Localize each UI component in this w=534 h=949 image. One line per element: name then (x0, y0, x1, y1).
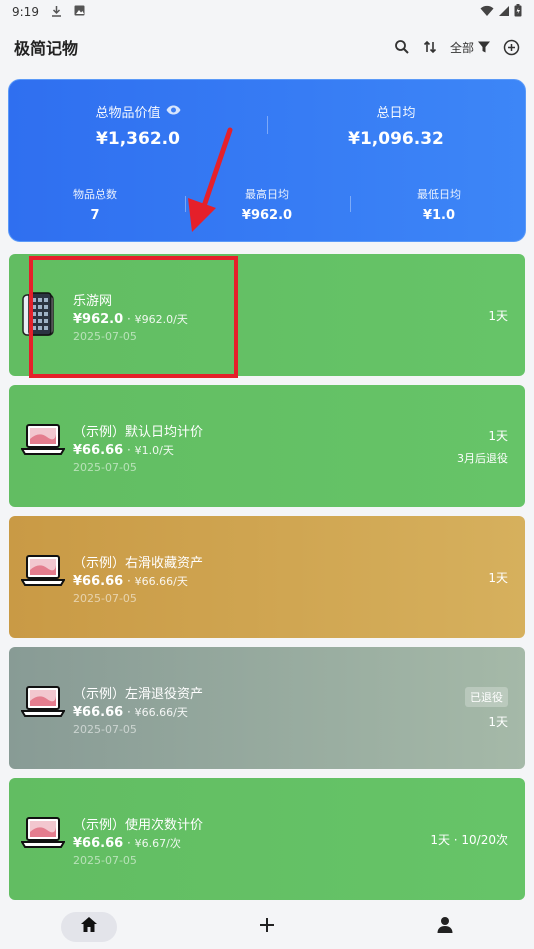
divider (350, 196, 351, 212)
sort-icon (422, 39, 438, 55)
nav-add[interactable] (178, 917, 356, 937)
filter-label: 全部 (449, 40, 474, 55)
item-name: 乐游网 (73, 294, 113, 309)
status-bar: 9:19 (0, 0, 534, 24)
search-icon (394, 39, 410, 55)
person-icon (437, 916, 453, 937)
nav-home[interactable] (0, 911, 178, 942)
eye-icon[interactable] (166, 104, 181, 119)
item-card-2[interactable]: （示例）右滑收藏资产 ¥66.66 · ¥66.66/天 2025-07-05 … (9, 516, 525, 638)
item-days-usage: 1天 · 10/20次 (430, 832, 508, 847)
item-days: 1天 (488, 308, 508, 323)
count-label: 物品总数 (73, 187, 117, 201)
item-price: ¥66.66 · ¥66.66/天 (73, 574, 188, 589)
item-rate: ¥6.67/次 (134, 837, 181, 850)
item-date: 2025-07-05 (73, 592, 137, 605)
summary-card[interactable]: 总物品价值 ¥1,362.0 总日均 ¥1,096.32 物品总数 7 最高日均… (8, 79, 526, 242)
item-rate: ¥962.0/天 (134, 313, 188, 326)
item-price-value: ¥66.66 (73, 443, 124, 458)
item-name: （示例）使用次数计价 (73, 818, 204, 833)
item-price-value: ¥66.66 (73, 574, 124, 589)
divider (267, 116, 268, 134)
add-circle-icon (503, 39, 520, 56)
nav-profile[interactable] (356, 916, 534, 937)
item-days: 1天 (488, 714, 508, 729)
item-price: ¥66.66 · ¥1.0/天 (73, 443, 174, 458)
item-price-value: ¥66.66 (73, 705, 124, 720)
item-card-3[interactable]: （示例）左滑退役资产 ¥66.66 · ¥66.66/天 2025-07-05 … (9, 647, 525, 769)
item-days: 1天 (488, 570, 508, 585)
max-daily-label: 最高日均 (245, 187, 289, 201)
item-rate: ¥66.66/天 (134, 706, 188, 719)
phone-icon (21, 292, 57, 342)
item-name: （示例）默认日均计价 (73, 425, 204, 440)
min-daily-value: ¥1.0 (422, 207, 456, 223)
item-date: 2025-07-05 (73, 723, 137, 736)
sort-button[interactable] (422, 39, 438, 55)
total-value-label: 总物品价值 (95, 105, 161, 121)
item-price-value: ¥962.0 (73, 312, 124, 327)
battery-icon (514, 4, 522, 20)
item-date: 2025-07-05 (73, 854, 137, 867)
item-date: 2025-07-05 (73, 461, 137, 474)
search-button[interactable] (394, 39, 410, 55)
item-retire-note: 3月后退役 (457, 451, 508, 465)
divider (185, 196, 186, 212)
item-price: ¥962.0 · ¥962.0/天 (73, 312, 188, 327)
signal-icon (498, 5, 510, 20)
plus-icon (259, 917, 275, 937)
item-card-0[interactable]: 乐游网 ¥962.0 · ¥962.0/天 2025-07-05 1天 (9, 254, 525, 376)
total-daily-label: 总日均 (376, 105, 416, 121)
item-price-value: ¥66.66 (73, 836, 124, 851)
laptop-icon (20, 423, 66, 461)
laptop-icon (20, 685, 66, 723)
bottom-nav (0, 904, 534, 949)
item-rate: ¥66.66/天 (134, 575, 188, 588)
total-daily: ¥1,096.32 (348, 128, 444, 149)
add-item-button[interactable] (503, 39, 520, 56)
item-days: 1天 (488, 428, 508, 443)
filter-button[interactable]: 全部 (450, 39, 491, 56)
item-name: （示例）右滑收藏资产 (73, 556, 204, 571)
home-icon (80, 916, 98, 937)
wifi-icon (480, 5, 494, 20)
laptop-icon (20, 554, 66, 592)
max-daily-value: ¥962.0 (241, 207, 293, 223)
status-time: 9:19 (12, 5, 39, 19)
count-value: 7 (90, 207, 100, 223)
item-date: 2025-07-05 (73, 330, 137, 343)
item-card-4[interactable]: （示例）使用次数计价 ¥66.66 · ¥6.67/次 2025-07-05 1… (9, 778, 525, 900)
item-rate: ¥1.0/天 (134, 444, 174, 457)
filter-icon (477, 40, 491, 54)
item-card-1[interactable]: （示例）默认日均计价 ¥66.66 · ¥1.0/天 2025-07-05 1天… (9, 385, 525, 507)
app-title: 极简记物 (14, 39, 79, 58)
image-notification-icon (74, 5, 85, 19)
laptop-icon (20, 816, 66, 854)
download-icon (51, 5, 62, 20)
item-price: ¥66.66 · ¥6.67/次 (73, 836, 181, 851)
total-value: ¥1,362.0 (96, 128, 180, 149)
app-bar: 极简记物 全部 (0, 30, 534, 64)
min-daily-label: 最低日均 (417, 187, 461, 201)
item-name: （示例）左滑退役资产 (73, 687, 204, 702)
item-price: ¥66.66 · ¥66.66/天 (73, 705, 188, 720)
retired-badge: 已退役 (465, 686, 508, 707)
